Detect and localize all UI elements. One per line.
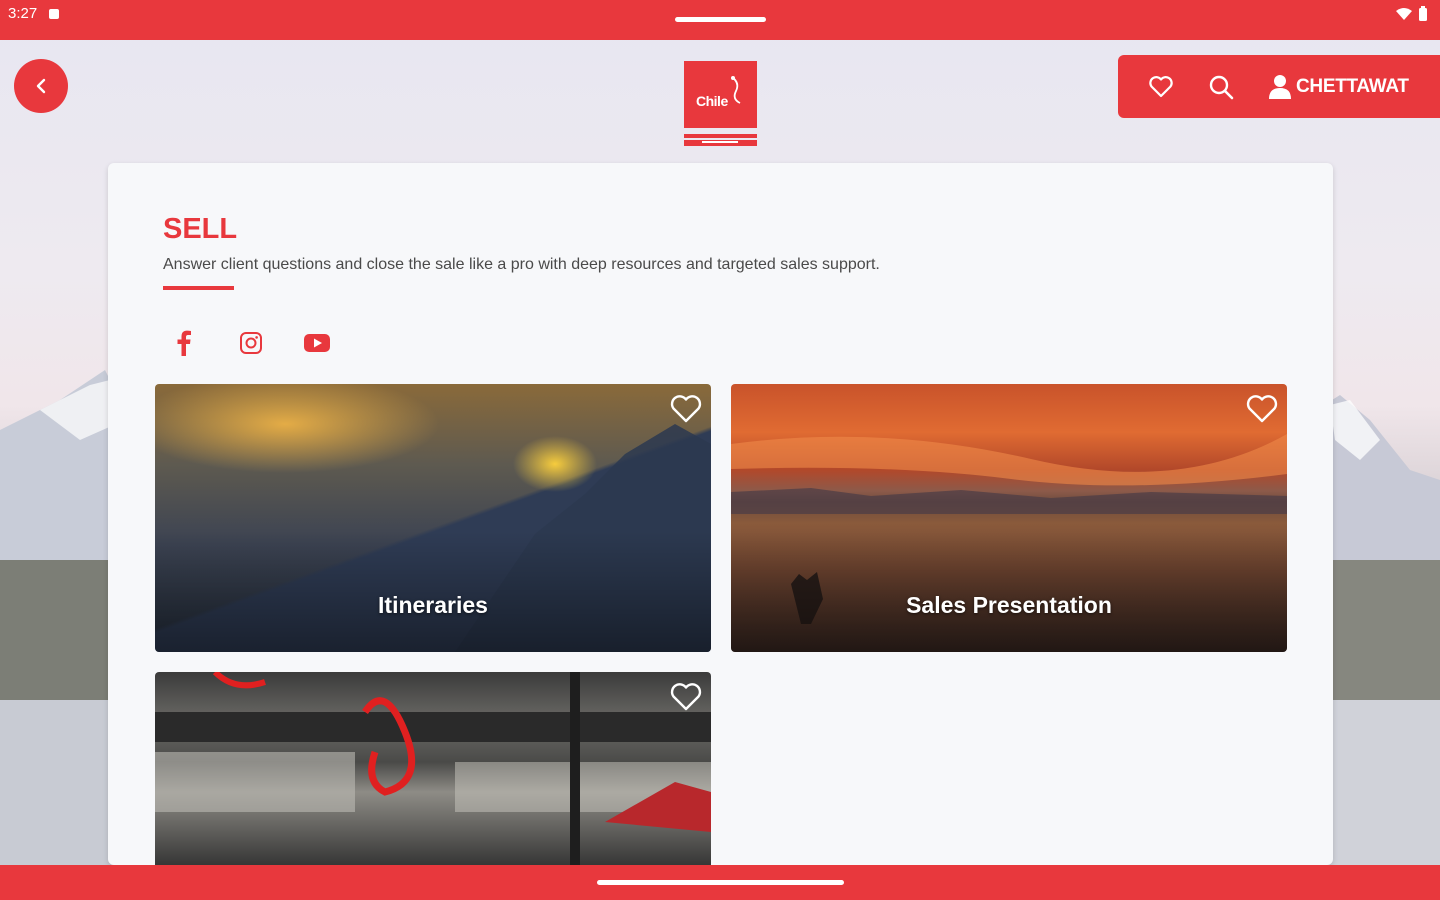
tile-market[interactable]	[155, 672, 711, 865]
search-icon	[1209, 75, 1234, 100]
market-image	[155, 672, 711, 865]
wifi-icon	[1396, 8, 1412, 20]
favorite-button[interactable]	[1245, 394, 1279, 429]
chevron-left-icon	[36, 78, 46, 94]
home-gesture-handle[interactable]	[597, 880, 844, 885]
user-profile-button[interactable]: CHETTAWAT	[1268, 74, 1409, 100]
page-title: SELL	[163, 213, 238, 245]
status-time: 3:27	[8, 5, 38, 22]
tile-sales-presentation[interactable]: Sales Presentation	[731, 384, 1287, 652]
youtube-icon	[304, 334, 330, 352]
facebook-link[interactable]	[169, 328, 199, 358]
status-bar: 3:27	[0, 0, 1440, 40]
top-drag-handle[interactable]	[675, 17, 766, 22]
logo-text: Chile	[696, 93, 728, 109]
logo-mark-icon	[731, 76, 741, 104]
favorites-button[interactable]	[1148, 75, 1174, 99]
status-icons	[1396, 6, 1428, 22]
navigation-bar	[0, 865, 1440, 900]
top-action-bar: CHETTAWAT	[1118, 55, 1440, 118]
title-underline	[163, 286, 234, 290]
battery-icon	[1419, 6, 1427, 21]
favorite-button[interactable]	[669, 682, 703, 717]
youtube-link[interactable]	[302, 328, 332, 358]
favorite-button[interactable]	[669, 394, 703, 429]
content-card: SELL Answer client questions and close t…	[108, 163, 1333, 865]
page-description: Answer client questions and close the sa…	[163, 256, 880, 273]
chile-logo: Chile	[684, 61, 757, 147]
tile-label: Itineraries	[378, 592, 488, 618]
tile-label: Sales Presentation	[906, 592, 1112, 618]
search-button[interactable]	[1208, 74, 1234, 100]
instagram-link[interactable]	[236, 328, 266, 358]
heart-icon	[670, 683, 702, 711]
user-name: CHETTAWAT	[1296, 76, 1409, 97]
facebook-icon	[177, 330, 191, 356]
tile-itineraries[interactable]: Itineraries	[155, 384, 711, 652]
back-button[interactable]	[14, 59, 68, 113]
heart-icon	[670, 395, 702, 423]
user-icon	[1269, 75, 1291, 99]
heart-icon	[1246, 395, 1278, 423]
heart-icon	[1149, 76, 1173, 98]
notification-icon	[49, 9, 59, 19]
instagram-icon	[240, 332, 262, 354]
